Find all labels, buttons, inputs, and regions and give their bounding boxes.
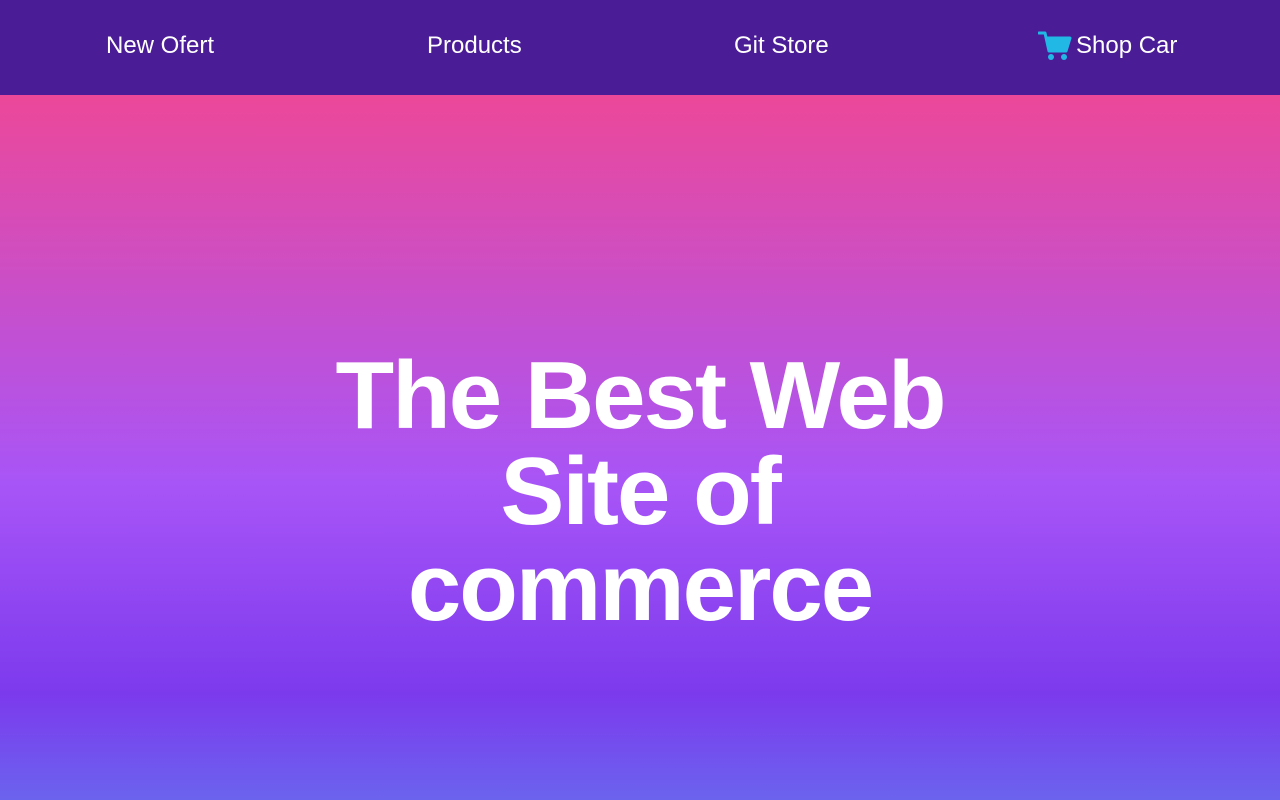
page: New Ofert Products Git Store Shop Car Th… bbox=[0, 0, 1280, 800]
hero-title: The Best Web Site of commerce bbox=[335, 342, 947, 641]
shopping-cart-icon bbox=[1038, 30, 1072, 62]
top-navbar: New Ofert Products Git Store Shop Car bbox=[0, 0, 1280, 95]
nav-link-new-ofert[interactable]: New Ofert bbox=[106, 0, 214, 92]
hero-section: The Best Web Site of commerce bbox=[0, 95, 1280, 800]
nav-link-products[interactable]: Products bbox=[427, 0, 522, 92]
nav-link-shop-car-label: Shop Car bbox=[1076, 32, 1178, 59]
nav-link-git-store[interactable]: Git Store bbox=[734, 0, 829, 92]
nav-link-shop-car[interactable]: Shop Car bbox=[1038, 0, 1177, 92]
